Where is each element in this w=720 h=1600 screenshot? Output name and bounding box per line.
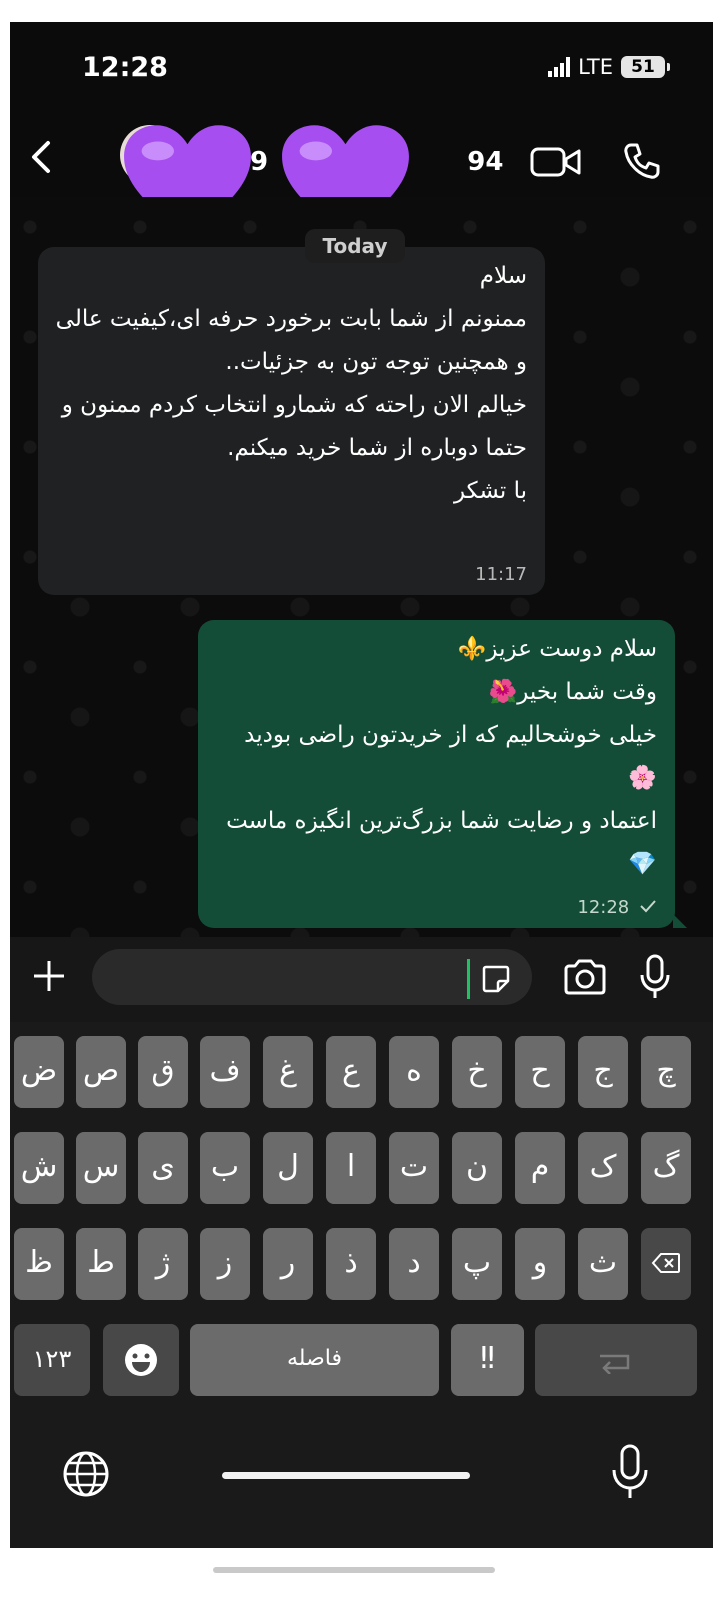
key[interactable]: ش — [14, 1132, 64, 1204]
message-text: سلام ممنونم از شما بابت برخورد حرفه ای،ک… — [55, 263, 527, 504]
message-time-label: 12:28 — [577, 897, 630, 918]
message-text: سلام دوست عزیز⚜️ وقت شما بخیر🌺 خیلی خوشح… — [226, 636, 657, 877]
key[interactable]: ت — [389, 1132, 439, 1204]
signal-icon — [548, 57, 571, 77]
video-call-icon[interactable] — [530, 145, 582, 179]
key[interactable]: خ — [452, 1036, 502, 1108]
key[interactable]: ن — [452, 1132, 502, 1204]
key[interactable]: ژ — [138, 1228, 188, 1300]
key[interactable]: ه — [389, 1036, 439, 1108]
key[interactable]: ث — [578, 1228, 628, 1300]
key[interactable]: ج — [578, 1036, 628, 1108]
key[interactable]: ا — [326, 1132, 376, 1204]
key[interactable]: و — [515, 1228, 565, 1300]
key[interactable]: گ — [641, 1132, 691, 1204]
message-input[interactable] — [92, 949, 532, 1005]
message-input-bar — [10, 937, 713, 1022]
return-icon — [600, 1354, 630, 1375]
key[interactable]: ط — [76, 1228, 126, 1300]
numbers-key[interactable]: ۱۲۳ — [14, 1324, 90, 1396]
message-time: 12:28 — [577, 897, 657, 918]
space-key[interactable]: فاصله — [190, 1324, 439, 1396]
status-indicators: LTE 51 — [548, 55, 670, 79]
chat-area[interactable]: سلام ممنونم از شما بابت برخورد حرفه ای،ک… — [10, 197, 713, 937]
globe-icon[interactable] — [62, 1450, 110, 1498]
key[interactable]: ز — [200, 1228, 250, 1300]
network-label: LTE — [578, 55, 613, 79]
key[interactable]: ف — [200, 1036, 250, 1108]
emoji-icon — [125, 1344, 157, 1376]
key[interactable]: ی — [138, 1132, 188, 1204]
home-indicator[interactable] — [222, 1472, 470, 1479]
key[interactable]: ب — [200, 1132, 250, 1204]
emoji-key[interactable] — [103, 1324, 179, 1396]
microphone-icon[interactable] — [638, 953, 672, 1001]
text-cursor — [467, 959, 470, 999]
key[interactable]: ل — [263, 1132, 313, 1204]
key[interactable]: پ — [452, 1228, 502, 1300]
outgoing-message[interactable]: سلام دوست عزیز⚜️ وقت شما بخیر🌺 خیلی خوشح… — [198, 620, 687, 928]
key[interactable]: ک — [578, 1132, 628, 1204]
keyboard: ض ص ق ف غ ع ه خ ح ج چ ش س ی ب ل ا ت ن م … — [10, 1022, 713, 1548]
incoming-message[interactable]: سلام ممنونم از شما بابت برخورد حرفه ای،ک… — [38, 247, 545, 595]
plus-icon[interactable] — [30, 957, 68, 995]
battery-icon: 51 — [621, 56, 670, 78]
phone-screen: 12:28 LTE 51 9 94 سلام ممنونم از شما باب… — [10, 22, 713, 1548]
key[interactable]: ظ — [14, 1228, 64, 1300]
phone-call-icon[interactable] — [622, 141, 662, 181]
message-time: 11:17 — [475, 564, 527, 585]
key[interactable]: ذ — [326, 1228, 376, 1300]
key[interactable]: س — [76, 1132, 126, 1204]
key[interactable]: د — [389, 1228, 439, 1300]
chat-header: 9 94 — [10, 117, 713, 238]
key[interactable]: ر — [263, 1228, 313, 1300]
key[interactable]: غ — [263, 1036, 313, 1108]
key[interactable]: م — [515, 1132, 565, 1204]
sticker-icon[interactable] — [480, 963, 512, 995]
punctuation-key[interactable]: ‼ — [451, 1324, 524, 1396]
key[interactable]: ع — [326, 1036, 376, 1108]
camera-icon[interactable] — [562, 957, 608, 997]
status-time: 12:28 — [82, 52, 168, 83]
key[interactable]: چ — [641, 1036, 691, 1108]
check-icon — [640, 900, 656, 913]
backspace-key[interactable] — [641, 1228, 691, 1300]
enter-key[interactable] — [535, 1324, 697, 1396]
key[interactable]: ح — [515, 1036, 565, 1108]
key[interactable]: ض — [14, 1036, 64, 1108]
key[interactable]: ص — [76, 1036, 126, 1108]
date-chip: Today — [305, 229, 405, 263]
key[interactable]: ق — [138, 1036, 188, 1108]
backspace-icon — [651, 1253, 680, 1273]
navigation-bar[interactable] — [213, 1567, 495, 1573]
back-arrow-icon[interactable] — [24, 137, 60, 177]
dictation-microphone-icon[interactable] — [610, 1442, 650, 1502]
